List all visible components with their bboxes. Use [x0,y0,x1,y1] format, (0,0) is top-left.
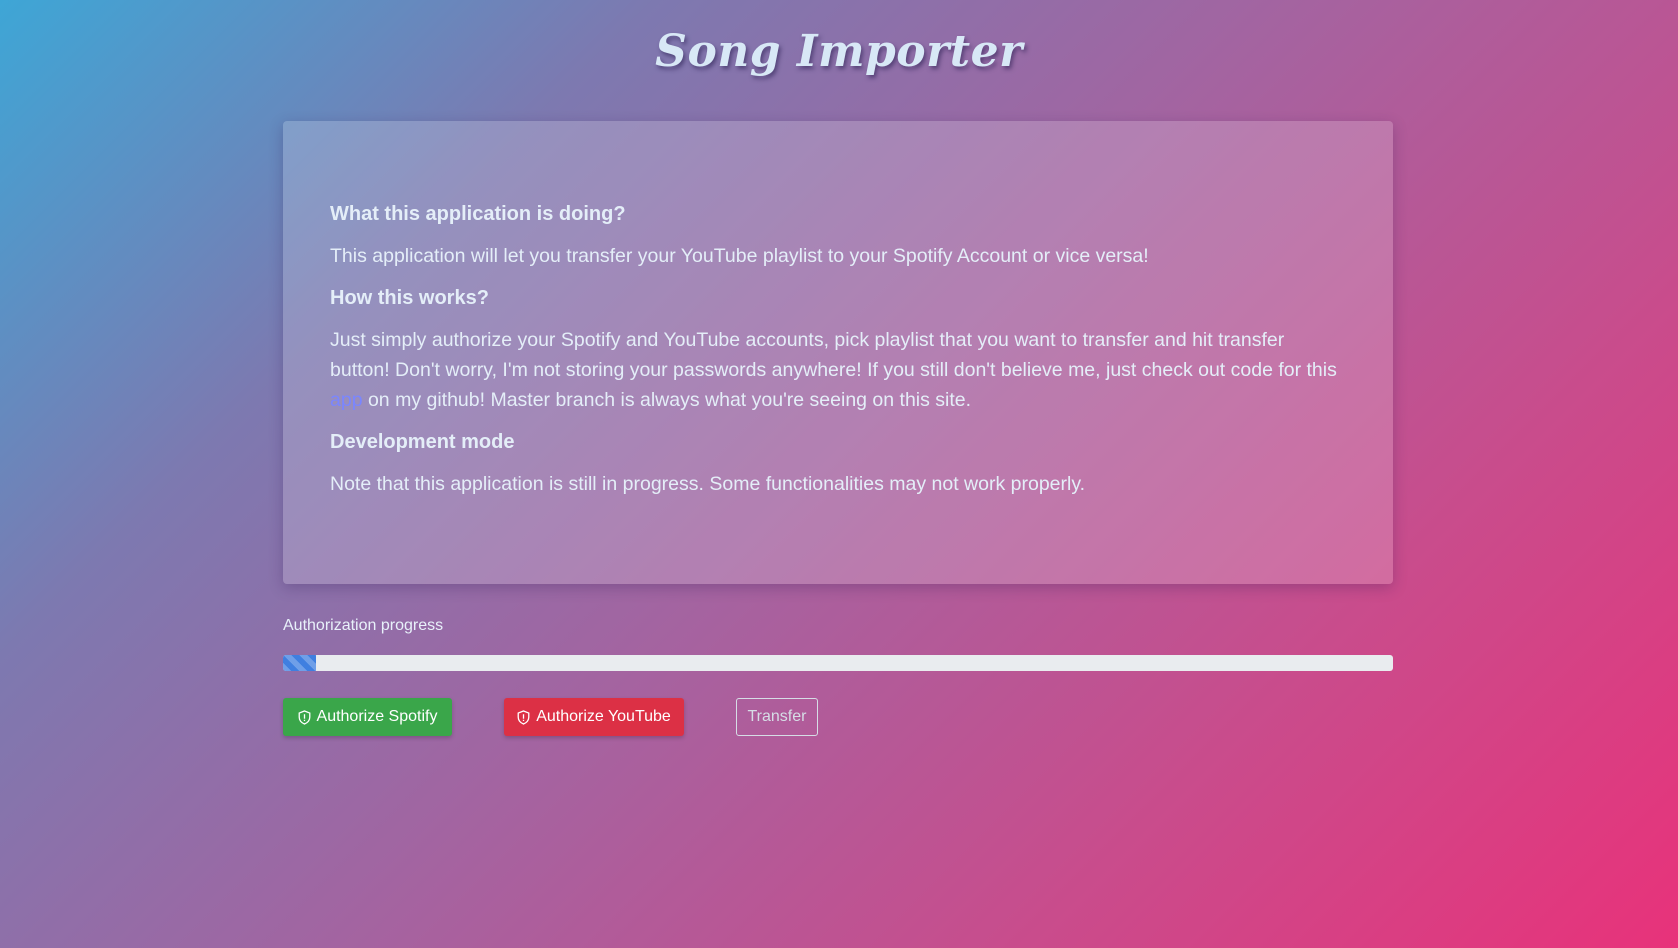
text-dev: Note that this application is still in p… [330,473,1086,495]
shield-icon [517,709,530,725]
heading-how: How this works? [330,287,489,309]
authorize-youtube-label: Authorize YouTube [536,708,671,725]
shield-icon [298,709,310,725]
text-how-part-2: on my github! Master branch is always wh… [362,389,972,411]
text-what: This application will let you transfer y… [330,245,1149,267]
authorize-spotify-label: Authorize Spotify [316,708,438,725]
app-link[interactable]: app [330,389,363,411]
progress-fill [283,655,317,671]
text-how: Just simply authorize your Spotify and Y… [330,325,1346,415]
authorize-spotify-button[interactable]: Authorize Spotify [283,698,452,736]
app-title: Song Importer [655,26,1023,77]
heading-what: What this application is doing? [330,203,626,225]
progress-bar [283,655,1393,671]
heading-dev: Development mode [330,431,515,453]
transfer-button[interactable]: Transfer [736,698,818,736]
authorize-youtube-button[interactable]: Authorize YouTube [504,698,684,736]
progress-label: Authorization progress [283,617,444,634]
info-card: What this application is doing? This app… [283,121,1393,584]
text-how-part-1: Just simply authorize your Spotify and Y… [330,329,1337,381]
